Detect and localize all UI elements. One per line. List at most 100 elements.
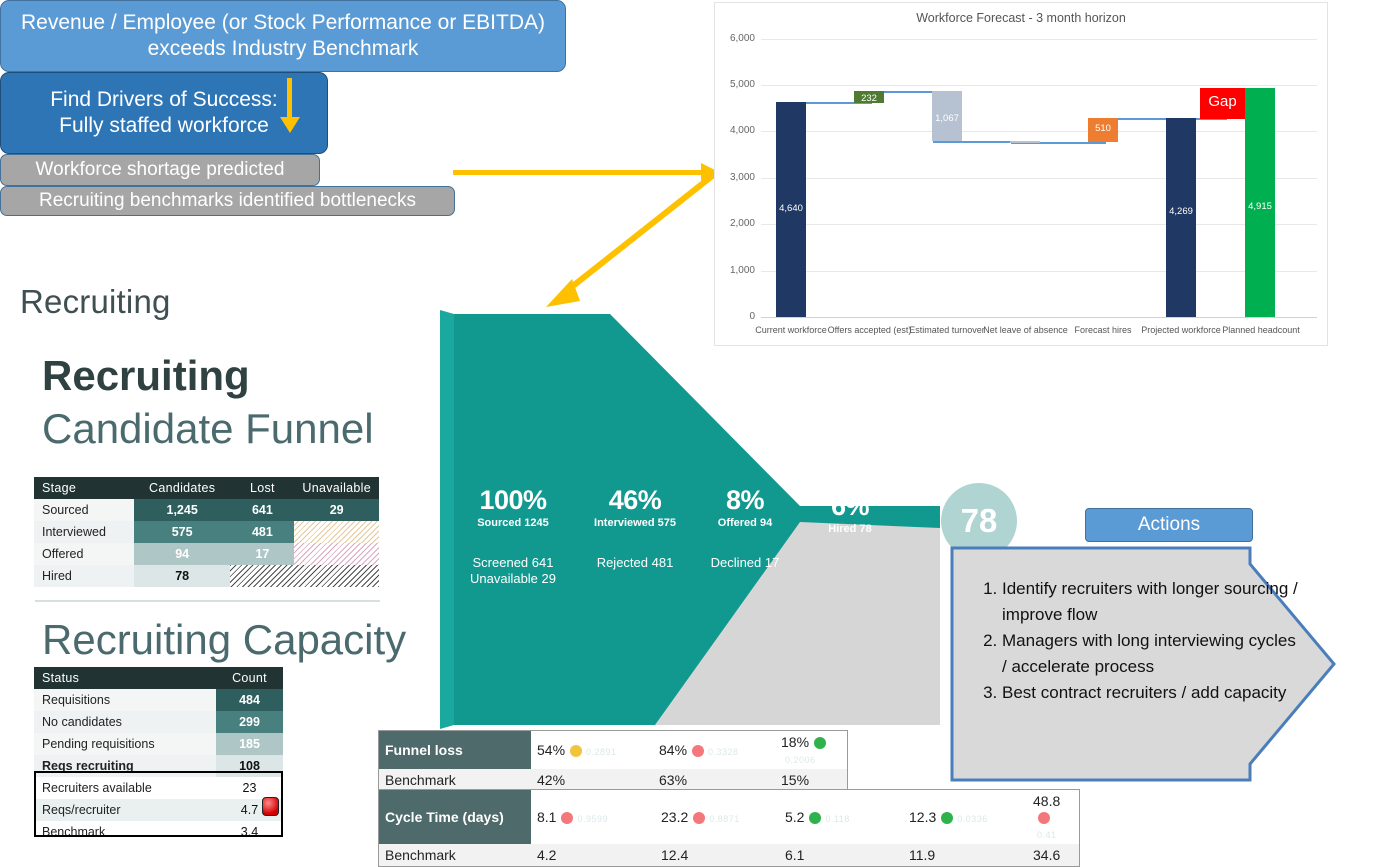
recruiting-capacity-table: Status Count Requisitions 484 No candida… [34, 667, 283, 843]
list-item: Best contract recruiters / add capacity [1002, 680, 1302, 706]
cell-unavailable: 29 [294, 499, 379, 521]
cell-status: Requisitions [34, 689, 216, 711]
row-label: Benchmark [378, 844, 531, 867]
bottleneck-callout: Recruiting benchmarks identified bottlen… [0, 186, 455, 216]
funnel-stage-loss: Screened 641 Unavailable 29 [469, 555, 556, 587]
table-row: No candidates 299 [34, 711, 283, 733]
cell-stage: Sourced [34, 499, 134, 521]
waterfall-bar-label: 232 [861, 93, 877, 104]
cell-value: 18% 0.2006 [775, 731, 848, 770]
status-dot-green [809, 812, 822, 824]
funnel-stage-pct: 6% [830, 491, 870, 521]
kpi-callout: Revenue / Employee (or Stock Performance… [0, 0, 566, 72]
funnel-stage-1: 46% Interviewed 575 Rejected 481 [570, 485, 700, 571]
cell-status: Recruiters available [34, 777, 216, 799]
cell-value-text: 5.2 [785, 809, 805, 825]
actions-list: Identify recruiters with longer sourcing… [972, 576, 1302, 707]
capacity-section-title: Recruiting Capacity [42, 616, 407, 663]
cell-status: Reqs/recruiter [34, 799, 216, 821]
col-status: Status [34, 667, 216, 689]
x-axis-label: Forecast hires [1074, 325, 1132, 335]
funnel-stage-3: 6% Hired 78 [795, 491, 905, 535]
table-row: Reqs/recruiter 4.7 [34, 799, 283, 821]
cell-value-text: 18% [781, 734, 810, 750]
cell-status: No candidates [34, 711, 216, 733]
cell-stage: Interviewed [34, 521, 134, 543]
actions-header-label: Actions [1137, 514, 1201, 535]
list-item: Managers with long interviewing cycles /… [1002, 628, 1302, 679]
driver-callout: Find Drivers of Success: Fully staffed w… [0, 72, 328, 154]
waterfall-bar-label: 4,640 [779, 203, 803, 214]
row-label: Funnel loss [378, 730, 531, 769]
ghost-text: 0.41 [1037, 830, 1057, 840]
funnel-stage-loss: Rejected 481 [596, 555, 674, 570]
actions-header: Actions [1085, 508, 1253, 542]
col-stage: Stage [34, 477, 134, 499]
cell-candidates: 78 [133, 565, 231, 587]
gridline [761, 39, 1317, 40]
col-count: Count [215, 667, 283, 689]
cell-lost: 17 [230, 543, 295, 565]
status-dot-red [561, 812, 574, 824]
status-dot-green [814, 737, 827, 749]
funnel-section-title: Candidate Funnel [42, 405, 374, 452]
gridline [761, 85, 1317, 86]
table-row: Hired 78 [34, 565, 379, 587]
cell-value: 12.3 0.0336 [903, 790, 1027, 845]
col-lost: Lost [230, 477, 295, 499]
funnel-stage-pct: 8% [725, 485, 765, 515]
funnel-stage-sub: Hired 78 [828, 523, 872, 535]
waterfall-gap-label: Gap [1208, 93, 1237, 110]
funnel-stage-sub: Offered 94 [717, 517, 773, 529]
cell-unavailable-empty [294, 565, 379, 587]
cell-candidates: 575 [133, 521, 231, 543]
y-axis-tick: 2,000 [729, 218, 755, 229]
cycle-time-table: Cycle Time (days) 8.1 0.9599 23.2 0.8871 5… [378, 789, 1080, 867]
table-row: Recruiters available 23 [34, 777, 283, 799]
shortage-callout: Workforce shortage predicted [0, 154, 320, 186]
cell-value-text: 8.1 [537, 809, 557, 825]
cell-value-text: 12.3 [909, 809, 937, 825]
arrow-kpi-to-driver-head [280, 117, 300, 133]
table-row: Pending requisitions 185 [34, 733, 283, 755]
ghost-text: 0.9599 [577, 814, 608, 824]
cell-value: 23.2 0.8871 [655, 790, 779, 845]
cell-value-text: 54% [537, 742, 566, 758]
kpi-callout-text: Revenue / Employee (or Stock Performance… [20, 10, 546, 60]
x-axis-label: Planned headcount [1222, 325, 1300, 335]
cell-lost-empty [230, 565, 295, 587]
cell-benchmark: 6.1 [779, 844, 903, 867]
cell-count: 108 [215, 755, 283, 777]
arrow-chart-to-funnel [546, 170, 718, 307]
y-axis-tick: 3,000 [729, 172, 755, 183]
status-dot-green [941, 812, 954, 824]
cell-count: 299 [215, 711, 283, 733]
page-title: Recruiting [42, 352, 250, 399]
cell-count: 23 [215, 777, 283, 799]
cell-value: 5.2 0.118 [779, 790, 903, 845]
cell-unavailable-empty [294, 521, 379, 543]
ghost-text: 0.2006 [785, 755, 816, 765]
arrow-kpi-to-driver-shaft [287, 78, 292, 120]
table-row: Reqs recruiting 108 [34, 755, 283, 777]
funnel-stage-loss: Declined 17 [710, 555, 780, 570]
status-dot-red [693, 812, 706, 824]
hired-count-value: 78 [960, 502, 998, 539]
cell-unavailable-empty [294, 543, 379, 565]
divider-funnel [35, 600, 380, 602]
ghost-text: 0.118 [825, 814, 850, 824]
y-axis-tick: 6,000 [729, 33, 755, 44]
cell-stage: Hired [34, 565, 134, 587]
table-row: Requisitions 484 [34, 689, 283, 711]
workforce-forecast-chart: Workforce Forecast - 3 month horizon 6,0… [714, 2, 1328, 346]
table-row: Cycle Time (days) 8.1 0.9599 23.2 0.8871 5… [378, 789, 1080, 845]
cell-lost: 481 [230, 521, 295, 543]
waterfall-bar-label: 4,269 [1169, 206, 1193, 217]
cell-value: 54% 0.2891 [531, 731, 653, 770]
cell-benchmark: 4.2 [531, 844, 655, 867]
x-axis-label: Projected workforce [1141, 325, 1221, 335]
waterfall-bar-projected-workforce [1166, 118, 1196, 317]
cell-benchmark: 34.6 [1027, 844, 1080, 867]
cell-value-text: 84% [659, 742, 688, 758]
gridline [761, 178, 1317, 179]
